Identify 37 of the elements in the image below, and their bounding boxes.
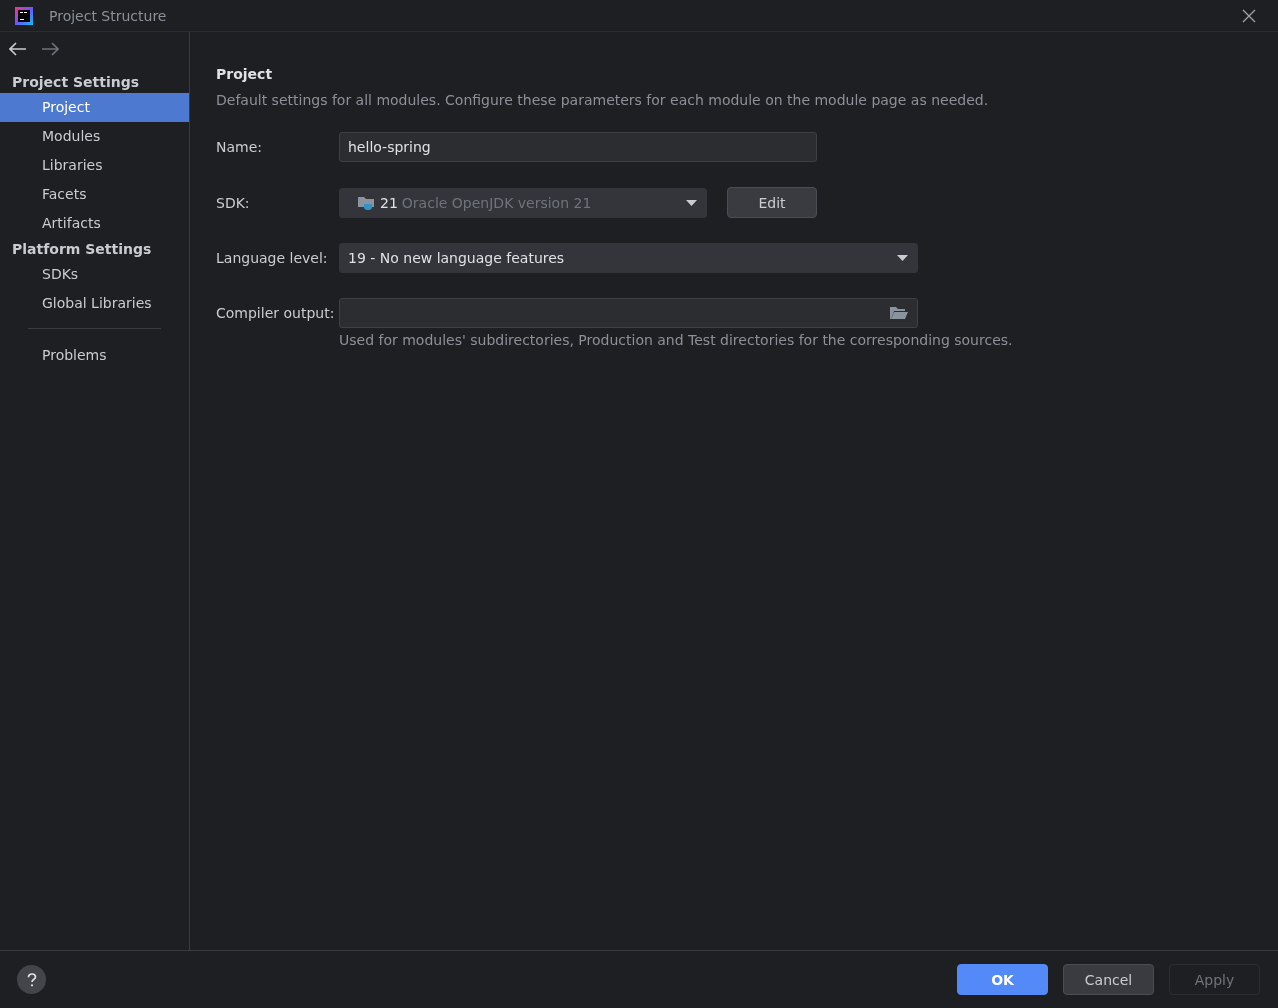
edit-button[interactable]: Edit [727,187,817,218]
app-logo-icon [15,6,33,25]
field-label: Compiler output: [216,305,336,321]
sidebar-item[interactable]: Artifacts [0,209,189,238]
name-field[interactable]: hello-spring [339,132,817,162]
language-level-dropdown[interactable]: 19 - No new language features [339,243,918,273]
sidebar-item[interactable]: Project [0,93,189,122]
sidebar-item[interactable]: Problems [0,341,189,370]
sidebar-item[interactable]: Facets [0,180,189,209]
field-label: SDK: [216,194,251,211]
sidebar-item[interactable]: SDKs [0,260,189,289]
dropdown-value: 19 - No new language features [348,250,565,266]
folder-icon[interactable] [890,306,908,320]
sdk-name: Oracle OpenJDK version 21 [401,194,592,211]
help-button[interactable] [17,965,46,994]
question-icon [26,972,37,987]
close-icon[interactable] [1242,8,1256,23]
section-heading: Project Settings [11,73,141,92]
compiler-output-field[interactable] [339,298,918,328]
dialog-button[interactable]: Cancel [1063,964,1154,995]
dropdown-caret-icon [897,255,908,261]
hint-text: Used for modules' subdirectories, Production and Test directories for the corresponding sources. [339,332,1013,348]
window-title: Project Structure [49,7,167,24]
section-heading: Platform Settings [11,240,153,259]
folder-cup-icon [358,194,376,211]
description-text: Default settings for all modules. Configure these parameters for each module on the module page as needed. [216,92,990,108]
forward-arrow-icon[interactable] [41,42,59,56]
field-label: Language level: [216,250,329,266]
section-heading: Project [216,66,274,82]
dropdown-caret-icon [686,199,697,206]
back-arrow-icon[interactable] [9,42,27,56]
sidebar-item[interactable]: Global Libraries [0,289,189,318]
sidebar-item[interactable]: Modules [0,122,189,151]
field-label: Name: [216,139,264,155]
sidebar-item[interactable]: Libraries [0,151,189,180]
sdk-dropdown[interactable]: 21 Oracle OpenJDK version 21 [339,187,707,218]
sdk-version: 21 [380,194,398,211]
